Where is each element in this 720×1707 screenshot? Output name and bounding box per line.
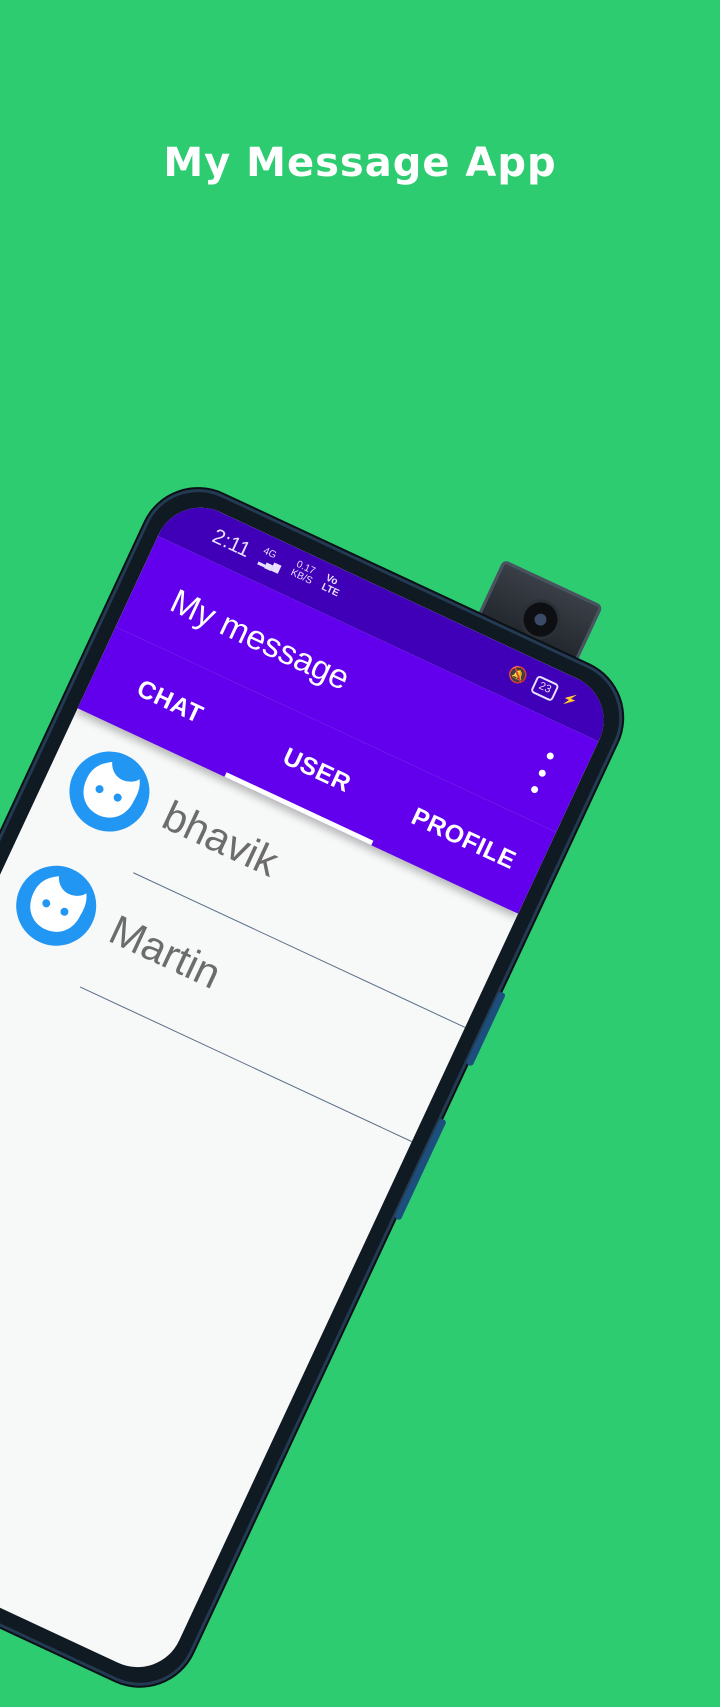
status-time: 2:11 [208, 524, 255, 563]
promo-headline: My Message App [163, 140, 557, 186]
battery-icon: 23 [529, 674, 560, 702]
mute-notifications-icon: 🔕 [504, 663, 531, 688]
phone-mockup: 2:11 4G ▂▄▆ 0.17 KB/S Vo LTE 🔕 23 ⚡ My m… [0, 470, 642, 1705]
volte-indicator: Vo LTE [319, 572, 341, 600]
phone-frame: 2:11 4G ▂▄▆ 0.17 KB/S Vo LTE 🔕 23 ⚡ My m… [0, 470, 642, 1705]
charging-icon: ⚡ [560, 690, 580, 710]
app-screen: 2:11 4G ▂▄▆ 0.17 KB/S Vo LTE 🔕 23 ⚡ My m… [0, 492, 619, 1683]
face-icon [69, 751, 150, 832]
signal-icon: ▂▄▆ [257, 554, 283, 575]
divider [79, 986, 413, 1143]
more-vert-icon[interactable] [522, 748, 562, 798]
network-speed: 0.17 KB/S [289, 559, 318, 587]
user-name: Martin [102, 905, 229, 998]
face-icon [16, 865, 97, 946]
user-name: bhavik [155, 791, 286, 886]
battery-level: 23 [537, 679, 554, 696]
network-indicator: 4G ▂▄▆ [257, 546, 286, 575]
